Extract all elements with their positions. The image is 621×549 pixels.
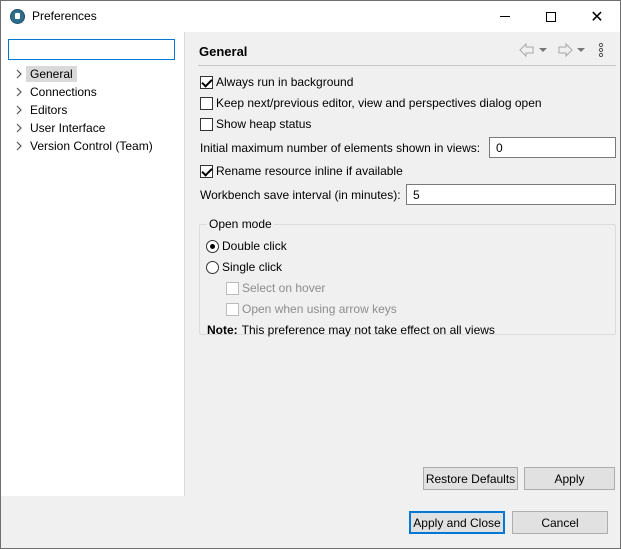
- show-heap-status-label: Show heap status: [216, 117, 312, 131]
- always-run-background-label: Always run in background: [216, 75, 354, 89]
- close-icon: ✕: [590, 6, 604, 26]
- max-elements-label: Initial maximum number of elements shown…: [200, 141, 481, 155]
- always-run-background-checkbox[interactable]: [200, 75, 213, 89]
- open-mode-title: Open mode: [207, 217, 274, 231]
- maximize-button[interactable]: [528, 1, 574, 32]
- preferences-window: Preferences ✕ General Connections Editor…: [0, 0, 621, 549]
- title-divider: [198, 65, 616, 66]
- open-mode-group: Open mode Double click Single click Sele…: [199, 217, 616, 337]
- rename-inline-label: Rename resource inline if available: [216, 164, 403, 178]
- tree-item-user-interface[interactable]: User Interface: [1, 119, 185, 137]
- keep-dialog-open-checkbox[interactable]: [200, 96, 213, 110]
- dialog-button-bar: Apply and Close Cancel: [1, 496, 620, 548]
- keep-dialog-open-label: Keep next/previous editor, view and pers…: [216, 96, 542, 110]
- double-click-radio[interactable]: [206, 239, 219, 253]
- max-elements-input[interactable]: [489, 137, 616, 158]
- save-interval-input[interactable]: [406, 184, 616, 205]
- note-label: Note:: [207, 323, 238, 337]
- rename-inline-checkbox[interactable]: [200, 164, 213, 178]
- chevron-right-icon[interactable]: [15, 141, 23, 151]
- open-arrow-keys-label: Open when using arrow keys: [242, 302, 397, 316]
- chevron-right-icon[interactable]: [15, 105, 23, 115]
- cancel-button[interactable]: Cancel: [512, 511, 608, 534]
- preference-tree: General Connections Editors User Interfa…: [1, 65, 185, 155]
- select-on-hover-option: Select on hover: [226, 280, 325, 296]
- tree-item-editors[interactable]: Editors: [1, 101, 185, 119]
- app-icon: [10, 9, 25, 24]
- tree-item-label: User Interface: [30, 121, 106, 135]
- tree-item-connections[interactable]: Connections: [1, 83, 185, 101]
- show-heap-status-checkbox[interactable]: [200, 117, 213, 131]
- chevron-right-icon[interactable]: [15, 87, 23, 97]
- double-click-option[interactable]: Double click: [206, 238, 287, 254]
- close-button[interactable]: ✕: [574, 1, 620, 32]
- back-arrow-icon[interactable]: [519, 42, 535, 58]
- preference-tree-pane: General Connections Editors User Interfa…: [1, 32, 185, 496]
- forward-arrow-icon[interactable]: [557, 42, 573, 58]
- tree-item-version-control[interactable]: Version Control (Team): [1, 137, 185, 155]
- tree-item-label: Version Control (Team): [30, 139, 153, 153]
- single-click-label: Single click: [222, 260, 283, 274]
- maximize-icon: [546, 11, 556, 22]
- double-click-label: Double click: [222, 239, 287, 253]
- apply-button[interactable]: Apply: [524, 467, 615, 490]
- show-heap-status-option[interactable]: Show heap status: [200, 116, 311, 132]
- single-click-radio[interactable]: [206, 260, 219, 274]
- back-dropdown-icon[interactable]: [539, 42, 547, 58]
- save-interval-label: Workbench save interval (in minutes):: [200, 188, 401, 202]
- restore-defaults-button[interactable]: Restore Defaults: [423, 467, 518, 490]
- tree-item-general[interactable]: General: [1, 65, 185, 83]
- tree-item-label: Editors: [30, 103, 68, 117]
- rename-inline-option[interactable]: Rename resource inline if available: [200, 163, 403, 179]
- filter-input[interactable]: [8, 39, 175, 60]
- keep-dialog-open-option[interactable]: Keep next/previous editor, view and pers…: [200, 95, 542, 111]
- apply-and-close-button[interactable]: Apply and Close: [409, 511, 505, 534]
- select-on-hover-label: Select on hover: [242, 281, 326, 295]
- page-title: General: [199, 44, 248, 59]
- note-text: This preference may not take effect on a…: [241, 323, 495, 337]
- single-click-option[interactable]: Single click: [206, 259, 282, 275]
- tree-item-label: General: [26, 66, 77, 82]
- open-arrow-keys-checkbox: [226, 302, 239, 316]
- chevron-right-icon[interactable]: [15, 123, 23, 133]
- chevron-right-icon[interactable]: [15, 69, 23, 79]
- minimize-icon: [500, 16, 510, 17]
- window-title: Preferences: [32, 9, 97, 23]
- forward-dropdown-icon[interactable]: [577, 42, 585, 58]
- title-bar[interactable]: Preferences ✕: [1, 1, 620, 32]
- always-run-background-option[interactable]: Always run in background: [200, 74, 353, 90]
- open-arrow-keys-option: Open when using arrow keys: [226, 301, 397, 317]
- tree-item-label: Connections: [30, 85, 97, 99]
- preference-page: General Always run in background Keep ne…: [186, 32, 620, 496]
- select-on-hover-checkbox: [226, 281, 239, 295]
- minimize-button[interactable]: [482, 1, 528, 32]
- view-menu-icon[interactable]: [598, 42, 604, 58]
- open-mode-note: Note: This preference may not take effect…: [207, 323, 495, 337]
